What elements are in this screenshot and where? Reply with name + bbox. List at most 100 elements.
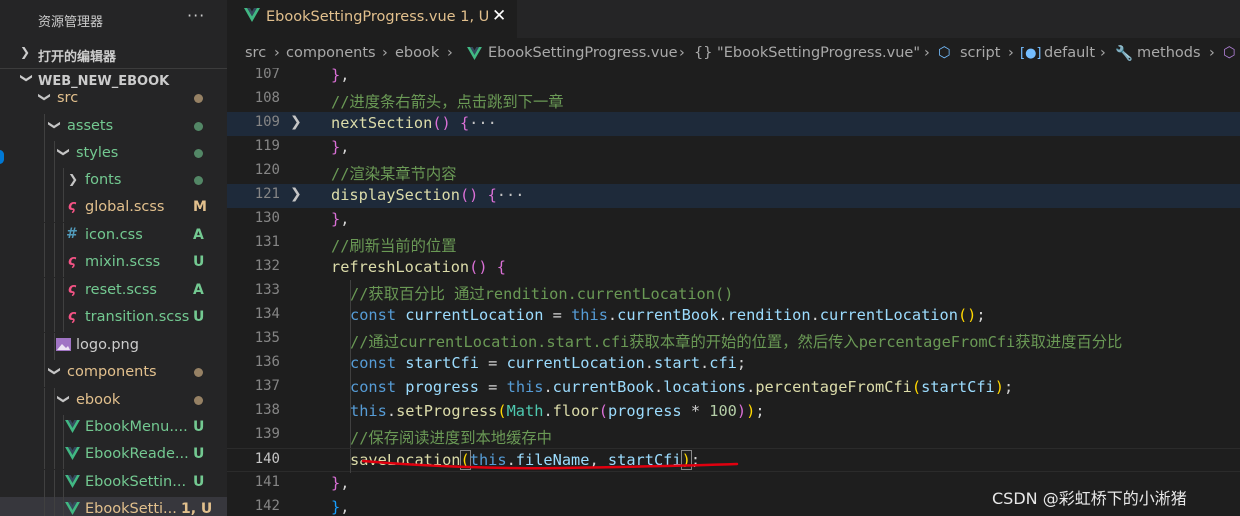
git-status-dot <box>194 94 203 103</box>
code-comment: //进度条右箭头，点击跳到下一章 <box>331 93 564 111</box>
line-number: 107 <box>254 68 280 82</box>
code-line: 136 const startCfi = currentLocation.sta… <box>227 352 1240 376</box>
sass-icon: ς <box>67 281 77 297</box>
breadcrumb-file[interactable]: EbookSettingProgress.vue <box>488 45 678 61</box>
line-number: 139 <box>254 426 280 442</box>
breadcrumb-ebook[interactable]: ebook <box>395 45 439 61</box>
code-editor[interactable]: 107 }, 108 //进度条右箭头，点击跳到下一章 109 ❯ nextSe… <box>227 68 1240 516</box>
tree-file[interactable]: ς mixin.scss U <box>0 250 227 277</box>
code-line: 133 //获取百分比 通过rendition.currentLocation(… <box>227 280 1240 304</box>
tree-item-label: mixin.scss <box>85 254 161 270</box>
tree-folder[interactable]: ❯ src <box>0 86 227 113</box>
tree-item-label: EbookMenu.... <box>85 419 188 435</box>
tree-folder[interactable]: ❯ ebook <box>0 388 227 415</box>
git-status-badge: A <box>193 282 204 298</box>
chevron-down-icon: ❯ <box>48 119 62 131</box>
line-number: 119 <box>254 138 280 154</box>
code-line: 121 ❯ displaySection() {··· <box>227 184 1240 208</box>
code-line: 119 }, <box>227 136 1240 160</box>
git-status-dot <box>194 149 203 158</box>
tree-file[interactable]: EbookMenu.... U <box>0 415 227 442</box>
git-status-badge: U <box>193 419 205 435</box>
tree-file[interactable]: # icon.css A <box>0 223 227 250</box>
line-number: 108 <box>254 90 280 106</box>
tree-item-label: fonts <box>85 172 122 188</box>
tree-item-label: EbookReade... <box>85 446 189 462</box>
breadcrumb-methods[interactable]: methods <box>1137 45 1201 61</box>
chevron-right-icon: › <box>924 45 930 61</box>
chevron-right-icon: › <box>447 45 453 61</box>
tab-ebook-setting-progress[interactable]: EbookSettingProgress.vue 1, U ✕ <box>227 0 517 38</box>
code-comment: //通过currentLocation.start.cfi获取本章的开始的位置，… <box>350 333 1123 351</box>
chevron-down-icon: ❯ <box>57 393 71 405</box>
chevron-right-icon: › <box>1209 45 1215 61</box>
tree-file[interactable]: ς global.scss M <box>0 195 227 222</box>
close-tab-button[interactable]: ✕ <box>492 6 506 26</box>
git-status-badge: M <box>193 199 207 215</box>
git-status-badge: A <box>193 227 204 243</box>
breadcrumb-src[interactable]: src <box>245 45 266 61</box>
line-number: 137 <box>254 378 280 394</box>
tree-item-label: assets <box>67 118 114 134</box>
explorer-title: 资源管理器 <box>38 15 104 30</box>
tree-folder[interactable]: ❯ components <box>0 360 227 387</box>
vue-icon <box>467 47 482 60</box>
code-line: 135 //通过currentLocation.start.cfi获取本章的开始… <box>227 328 1240 352</box>
code-line: 130 }, <box>227 208 1240 232</box>
tree-file[interactable]: EbookSettin... U <box>0 470 227 497</box>
code-line: 134 const currentLocation = this.current… <box>227 304 1240 328</box>
open-editors-section[interactable]: ❯ 打开的编辑器 <box>0 41 227 67</box>
tree-item-label: EbookSettin... <box>85 474 187 490</box>
line-number: 134 <box>254 306 280 322</box>
fold-expand-icon[interactable]: ❯ <box>290 114 302 130</box>
line-number: 141 <box>254 474 280 490</box>
explorer-header: 资源管理器 ··· <box>0 0 227 38</box>
breadcrumb-script[interactable]: script <box>960 45 1000 61</box>
tree-item-label: icon.css <box>85 227 143 243</box>
line-number: 121 <box>254 186 280 202</box>
line-number: 135 <box>254 330 280 346</box>
tree-file[interactable]: ς reset.scss A <box>0 278 227 305</box>
code-line: 107 }, <box>227 68 1240 88</box>
tree-item-label: src <box>57 90 79 106</box>
tree-file[interactable]: EbookReade... U <box>0 442 227 469</box>
editor-tab-bar: EbookSettingProgress.vue 1, U ✕ <box>227 0 1240 38</box>
git-status-badge: U <box>193 474 205 490</box>
sass-icon: ς <box>67 253 77 269</box>
code-line: 138 this.setProgress(Math.floor(progress… <box>227 400 1240 424</box>
git-status-badge: U <box>193 446 205 462</box>
tree-folder[interactable]: ❯ fonts <box>0 168 227 195</box>
line-number: 142 <box>254 498 280 514</box>
method-icon: ⬡ <box>1223 45 1236 61</box>
code-comment: //保存阅读进度到本地缓存中 <box>350 429 552 447</box>
watermark: CSDN @彩虹桥下的小淅猪 <box>992 489 1187 508</box>
breadcrumb-module[interactable]: {} "EbookSettingProgress.vue" <box>694 45 920 61</box>
line-number: 133 <box>254 282 280 298</box>
open-editors-label: 打开的编辑器 <box>38 50 117 65</box>
tree-file[interactable]: EbookSetti... 1, U <box>0 497 227 516</box>
tree-file[interactable]: ς transition.scss U <box>0 305 227 332</box>
more-actions-button[interactable]: ··· <box>187 6 205 25</box>
breadcrumb-components[interactable]: components <box>286 45 376 61</box>
tree-item-label: EbookSetti... <box>85 501 177 516</box>
code-line: 139 //保存阅读进度到本地缓存中 <box>227 424 1240 448</box>
tree-folder[interactable]: ❯ assets <box>0 114 227 141</box>
line-number: 140 <box>254 451 280 467</box>
git-status-badge: 1, U <box>181 501 213 516</box>
breadcrumb-default[interactable]: default <box>1044 45 1095 61</box>
line-number: 109 <box>254 114 280 130</box>
code-line: 120 //渲染某章节内容 <box>227 160 1240 184</box>
tree-item-label: transition.scss <box>85 309 190 325</box>
git-status-dot <box>194 176 203 185</box>
variable-icon: [●] <box>1020 46 1042 61</box>
tree-file[interactable]: logo.png <box>0 333 227 360</box>
vue-icon <box>64 500 80 516</box>
git-status-badge: U <box>193 309 205 325</box>
line-number: 120 <box>254 162 280 178</box>
git-status-dot <box>194 122 203 131</box>
code-line: 132 refreshLocation() { <box>227 256 1240 280</box>
tree-folder[interactable]: ❯ styles <box>0 141 227 168</box>
chevron-right-icon: › <box>274 45 280 61</box>
chevron-down-icon: ❯ <box>57 146 71 158</box>
fold-expand-icon[interactable]: ❯ <box>290 186 302 202</box>
